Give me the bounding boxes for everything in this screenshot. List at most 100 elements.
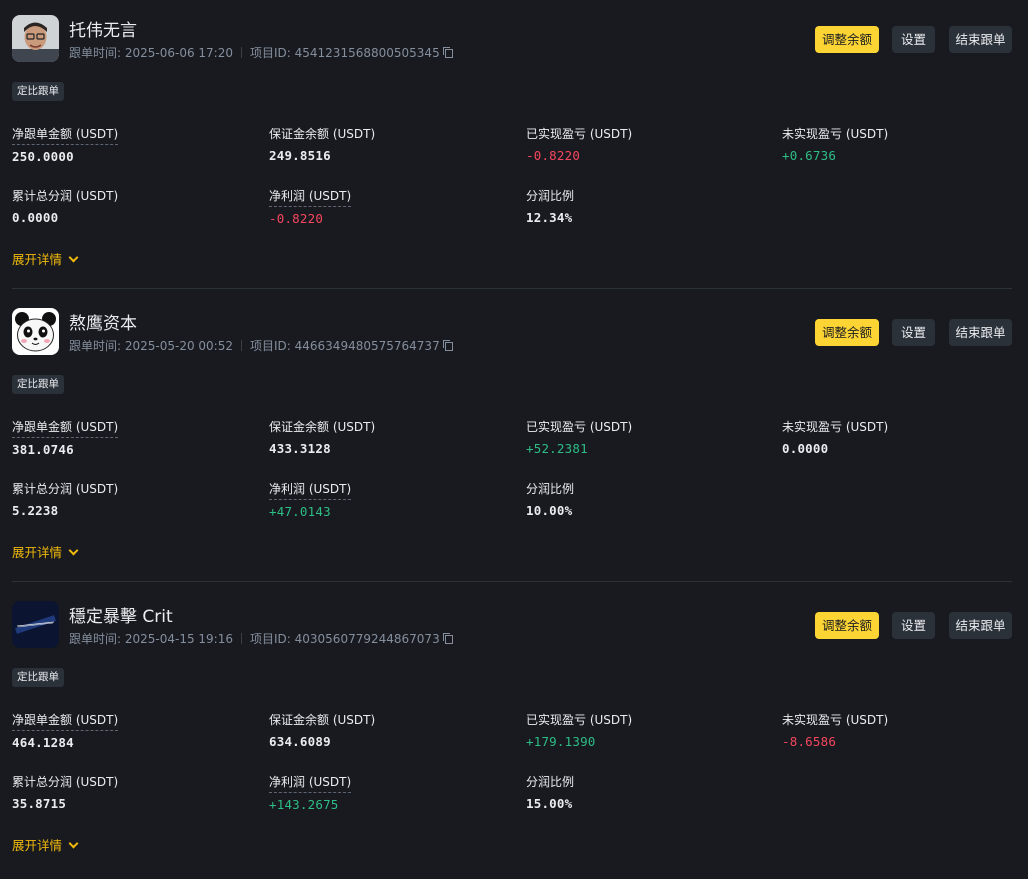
meta-divider: [241, 47, 242, 58]
stat-label: 分润比例: [526, 775, 575, 789]
stat-value: 433.3128: [269, 441, 331, 456]
end-copy-trade-button[interactable]: 结束跟单: [949, 26, 1012, 53]
stat-value: -0.8220: [269, 211, 324, 226]
trader-card: 熬鹰资本 跟单时间: 2025-05-20 00:52 项目ID: 446634…: [0, 293, 1028, 586]
stat-margin-balance: 保证金余额 (USDT) 249.8516: [269, 123, 375, 163]
stat-label: 已实现盈亏 (USDT): [526, 713, 633, 727]
stat-net-profit: 净利润 (USDT) +143.2675: [269, 771, 352, 812]
stat-value: 0.0000: [12, 210, 59, 225]
stat-value: 250.0000: [12, 149, 74, 164]
stat-net-amount: 净跟单金额 (USDT) 250.0000: [12, 123, 119, 164]
avatar[interactable]: [12, 308, 59, 355]
chevron-down-icon: [68, 545, 79, 555]
expand-details-link[interactable]: 展开详情: [12, 835, 79, 854]
adjust-balance-button[interactable]: 调整余额: [815, 319, 879, 346]
meta-divider: [241, 340, 242, 351]
stat-value: +52.2381: [526, 441, 588, 456]
stat-value: 0.0000: [782, 441, 829, 456]
stat-label: 保证金余额 (USDT): [269, 127, 376, 141]
trader-name[interactable]: 熬鹰资本: [69, 309, 137, 334]
follow-time: 跟单时间: 2025-05-20 00:52: [69, 339, 233, 353]
stat-label: 未实现盈亏 (USDT): [782, 420, 889, 434]
settings-button[interactable]: 设置: [892, 26, 935, 53]
mode-badge: 定比跟单: [12, 375, 64, 394]
settings-button[interactable]: 设置: [892, 612, 935, 639]
project-id: 项目ID: 4466349480575764737: [250, 339, 440, 353]
stat-margin-balance: 保证金余额 (USDT) 433.3128: [269, 416, 375, 456]
stat-label: 累计总分润 (USDT): [12, 775, 119, 789]
expand-label: 展开详情: [12, 252, 63, 267]
trader-meta: 跟单时间: 2025-06-06 17:20 项目ID: 45412315688…: [69, 44, 453, 61]
copy-icon[interactable]: [442, 47, 453, 58]
stat-value: 249.8516: [269, 148, 331, 163]
adjust-balance-button[interactable]: 调整余额: [815, 612, 879, 639]
stat-value: +47.0143: [269, 504, 331, 519]
stat-value: 10.00%: [526, 503, 573, 518]
stat-value: +143.2675: [269, 797, 339, 812]
project-id: 项目ID: 4030560779244867073: [250, 632, 440, 646]
meta-divider: [241, 633, 242, 644]
stat-net-amount: 净跟单金额 (USDT) 464.1284: [12, 709, 119, 750]
stat-value: 381.0746: [12, 442, 74, 457]
card-divider: [12, 288, 1012, 289]
stat-profit-share-ratio: 分润比例 10.00%: [526, 478, 574, 518]
expand-details-link[interactable]: 展开详情: [12, 249, 79, 268]
trader-name[interactable]: 穩定暴擊 Crit: [69, 602, 173, 627]
stat-total-profit-share: 累计总分润 (USDT) 5.2238: [12, 478, 118, 518]
stat-label[interactable]: 净利润 (USDT): [269, 480, 352, 500]
trader-name[interactable]: 托伟无言: [69, 16, 137, 41]
stat-unrealized-pnl: 未实现盈亏 (USDT) +0.6736: [782, 123, 888, 163]
settings-button[interactable]: 设置: [892, 319, 935, 346]
stat-value: -0.8220: [526, 148, 581, 163]
stat-label: 已实现盈亏 (USDT): [526, 127, 633, 141]
stat-unrealized-pnl: 未实现盈亏 (USDT) 0.0000: [782, 416, 888, 456]
stat-label: 累计总分润 (USDT): [12, 482, 119, 496]
stat-profit-share-ratio: 分润比例 12.34%: [526, 185, 574, 225]
stat-value: 35.8715: [12, 796, 67, 811]
stat-unrealized-pnl: 未实现盈亏 (USDT) -8.6586: [782, 709, 888, 749]
card-divider: [12, 581, 1012, 582]
expand-details-link[interactable]: 展开详情: [12, 542, 79, 561]
stat-value: 464.1284: [12, 735, 74, 750]
trader-card: 托伟无言 跟单时间: 2025-06-06 17:20 项目ID: 454123…: [0, 0, 1028, 293]
stat-value: +179.1390: [526, 734, 596, 749]
avatar[interactable]: [12, 15, 59, 62]
copy-icon[interactable]: [442, 633, 453, 644]
stat-label: 累计总分润 (USDT): [12, 189, 119, 203]
avatar[interactable]: [12, 601, 59, 648]
stat-realized-pnl: 已实现盈亏 (USDT) +179.1390: [526, 709, 632, 749]
mode-badge: 定比跟单: [12, 668, 64, 687]
stat-label[interactable]: 净跟单金额 (USDT): [12, 125, 119, 145]
copy-icon[interactable]: [442, 340, 453, 351]
stat-label: 分润比例: [526, 482, 575, 496]
trader-meta: 跟单时间: 2025-04-15 19:16 项目ID: 40305607792…: [69, 630, 453, 647]
chevron-down-icon: [68, 252, 79, 262]
stat-value: -8.6586: [782, 734, 837, 749]
stat-label[interactable]: 净跟单金额 (USDT): [12, 418, 119, 438]
stat-realized-pnl: 已实现盈亏 (USDT) +52.2381: [526, 416, 632, 456]
stat-value: 15.00%: [526, 796, 573, 811]
stat-value: 12.34%: [526, 210, 573, 225]
stat-label: 未实现盈亏 (USDT): [782, 713, 889, 727]
chevron-down-icon: [68, 838, 79, 848]
stat-label[interactable]: 净利润 (USDT): [269, 773, 352, 793]
stat-label[interactable]: 净跟单金额 (USDT): [12, 711, 119, 731]
follow-time: 跟单时间: 2025-06-06 17:20: [69, 46, 233, 60]
stat-profit-share-ratio: 分润比例 15.00%: [526, 771, 574, 811]
end-copy-trade-button[interactable]: 结束跟单: [949, 612, 1012, 639]
stat-net-profit: 净利润 (USDT) -0.8220: [269, 185, 352, 226]
adjust-balance-button[interactable]: 调整余额: [815, 26, 879, 53]
stat-label: 保证金余额 (USDT): [269, 713, 376, 727]
expand-label: 展开详情: [12, 838, 63, 853]
stat-label[interactable]: 净利润 (USDT): [269, 187, 352, 207]
trader-meta: 跟单时间: 2025-05-20 00:52 项目ID: 44663494805…: [69, 337, 453, 354]
stat-label: 分润比例: [526, 189, 575, 203]
stat-value: 634.6089: [269, 734, 331, 749]
stat-label: 已实现盈亏 (USDT): [526, 420, 633, 434]
stat-label: 未实现盈亏 (USDT): [782, 127, 889, 141]
mode-badge: 定比跟单: [12, 82, 64, 101]
stat-total-profit-share: 累计总分润 (USDT) 0.0000: [12, 185, 118, 225]
end-copy-trade-button[interactable]: 结束跟单: [949, 319, 1012, 346]
stat-value: +0.6736: [782, 148, 837, 163]
stat-net-profit: 净利润 (USDT) +47.0143: [269, 478, 352, 519]
